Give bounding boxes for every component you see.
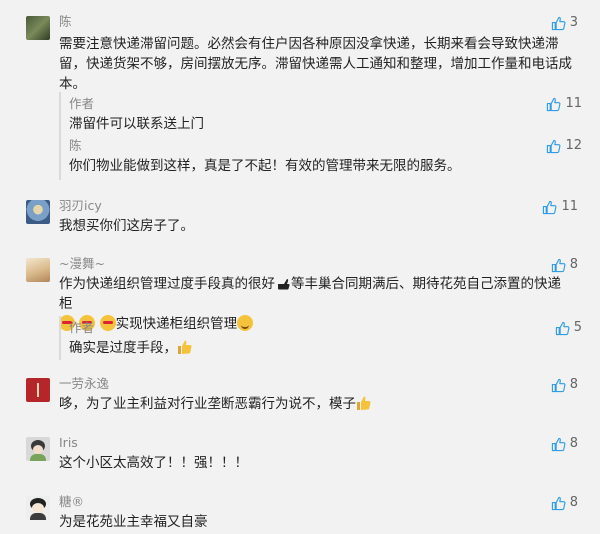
like-button[interactable]: 8 [551,257,578,273]
comment-author: 羽刃icy [59,198,102,213]
reply-author: 陈 [69,138,82,153]
like-button[interactable]: 8 [551,495,578,511]
like-count: 8 [569,377,578,392]
thumbs-up-icon [555,321,570,335]
like-button[interactable]: 5 [555,320,582,336]
comment-text: 我想买你们这房子了。 [59,218,194,234]
comment-author: 陈 [59,14,72,29]
comment-text-part: 哆，为了业主利益对行业垄断恶霸行为说不，模子 [59,396,356,412]
like-button[interactable]: 8 [551,377,578,393]
comment-text: 这个小区太高效了！！强！！！ [59,455,248,471]
reply-text: 你们物业能做到这样，真是了不起！有效的管理带来无限的服务。 [69,158,461,174]
like-count: 5 [573,320,582,335]
like-button[interactable]: 12 [546,138,582,154]
avatar[interactable] [26,496,50,520]
comment-author: 糖® [59,494,85,509]
thumbs-up-icon [543,200,557,214]
like-count: 8 [569,436,578,451]
avatar[interactable] [26,200,50,224]
like-count: 11 [565,96,582,111]
comment-author: ~漫舞~ [59,256,105,271]
like-button[interactable]: 8 [551,436,578,452]
like-count: 8 [569,257,578,272]
comment-text: 需要注意快递滞留问题。必然会有住户因各种原因没拿快递，长期来看会导致快递滞留，快… [59,36,572,92]
comment-author: 一劳永逸 [59,376,110,391]
thumbs-up-icon [551,437,566,451]
reply-block: 作者 确实是过度手段， 5 [59,316,582,360]
like-count: 3 [569,15,578,30]
thumbs-up-emoji-icon [177,339,193,355]
thumbs-up-icon [547,97,561,111]
comment-author: Iris [59,435,78,450]
comment-text: 哆，为了业主利益对行业垄断恶霸行为说不，模子 [59,394,574,414]
reply-text: 滞留件可以联系送上门 [69,116,204,132]
avatar[interactable] [26,16,50,40]
like-count: 11 [561,199,578,214]
avatar[interactable] [26,258,50,282]
like-count: 12 [565,138,582,153]
thumbs-up-icon [551,496,566,510]
thumb-point-emoji-icon [275,275,291,291]
comment-text-part: 作为快递组织管理过度手段真的很好 [59,276,275,292]
avatar[interactable] [26,378,50,402]
reply-block: 作者 滞留件可以联系送上门 11 陈 你们物业能做到这样，真是了不起！有效的管理… [59,92,582,180]
reply-author: 作者 [69,320,95,335]
like-count: 8 [569,495,578,510]
comment-text: 为是花苑业主幸福又自豪 [59,514,208,530]
reply-text: 确实是过度手段， [69,338,193,358]
thumbs-up-icon [551,258,566,272]
avatar[interactable] [26,437,50,461]
thumbs-up-icon [551,378,566,392]
like-button[interactable]: 11 [542,199,578,215]
reply-text-part: 确实是过度手段， [69,340,177,356]
reply-author: 作者 [69,96,95,111]
thumbs-up-icon [551,16,566,30]
thumbs-up-emoji-icon [356,395,372,411]
like-button[interactable]: 11 [546,96,582,112]
thumbs-up-icon [547,139,561,153]
like-button[interactable]: 3 [551,15,578,31]
